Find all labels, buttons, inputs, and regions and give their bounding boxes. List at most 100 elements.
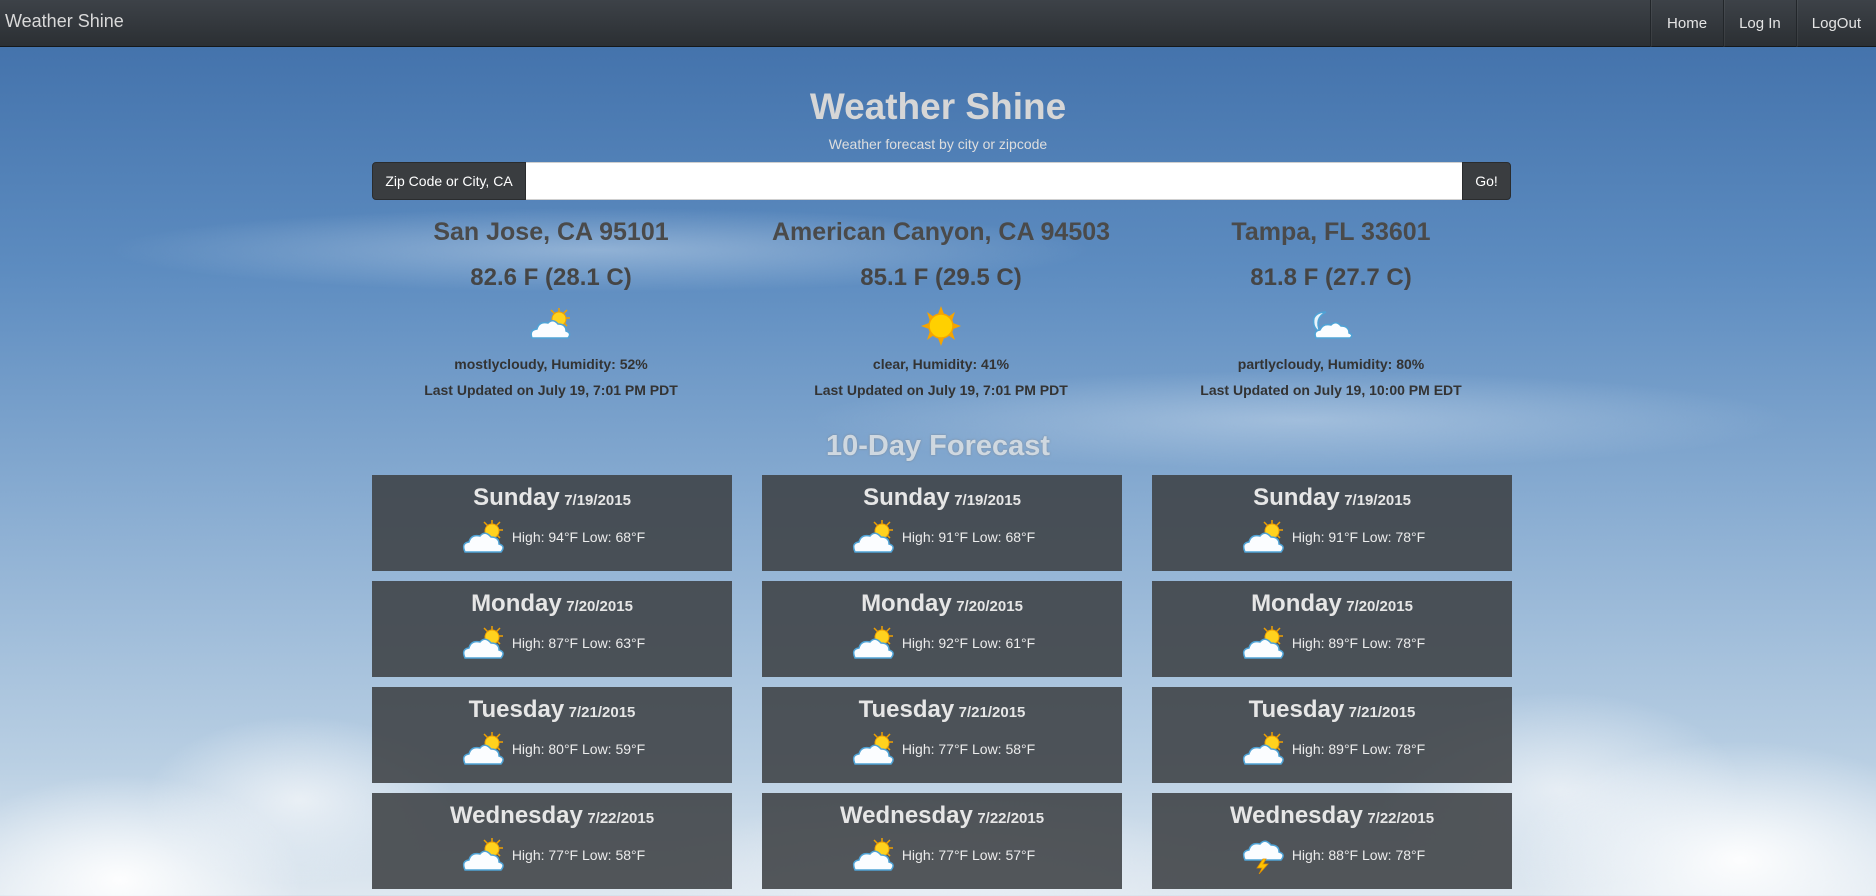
forecast-date: 7/19/2015	[564, 492, 631, 509]
forecast-date: 7/19/2015	[954, 492, 1021, 509]
forecast-day-heading: Monday 7/20/2015	[762, 590, 1122, 620]
forecast-day-heading: Tuesday 7/21/2015	[1152, 696, 1512, 726]
forecast-day-name: Monday	[861, 590, 952, 617]
forecast-day-card: Wednesday 7/22/2015 High: 77°F Low: 57°F	[762, 793, 1122, 889]
forecast-high-low: High: 80°F Low: 59°F	[511, 741, 646, 757]
forecast-high-low: High: 77°F Low: 57°F	[901, 847, 1036, 863]
forecast-column: Sunday 7/19/2015 High: 91°F Low: 68°F Mond…	[762, 475, 1122, 896]
forecast-high-low: High: 91°F Low: 78°F	[1291, 529, 1426, 545]
forecast-day-name: Sunday	[473, 484, 560, 511]
forecast-high-low: High: 87°F Low: 63°F	[511, 635, 646, 651]
forecast-date: 7/20/2015	[566, 598, 633, 615]
forecast-date: 7/21/2015	[1348, 704, 1416, 721]
mostly-cloudy-icon	[356, 306, 746, 346]
last-updated-text: Last Updated on July 19, 10:00 PM EDT	[1200, 382, 1462, 398]
location-name: Tampa, FL 33601	[1231, 218, 1431, 246]
sun-icon	[746, 306, 1136, 346]
forecast-day-name: Tuesday	[858, 696, 955, 723]
forecast-day-heading: Wednesday 7/22/2015	[372, 802, 732, 832]
forecast-high-low: High: 91°F Low: 68°F	[901, 529, 1036, 545]
forecast-detail: High: 94°F Low: 68°F	[372, 518, 732, 556]
current-conditions-card: American Canyon, CA 94503 85.1 F (29.5 C…	[746, 218, 1136, 398]
partly-cloudy-icon	[849, 624, 899, 662]
forecast-detail: High: 88°F Low: 78°F	[1152, 836, 1512, 874]
conditions-text: mostlycloudy, Humidity: 52%	[454, 356, 648, 372]
search-bar: Zip Code or City, CA Go!	[372, 162, 1511, 200]
current-temperature: 82.6 F (28.1 C)	[470, 264, 632, 291]
forecast-high-low: High: 77°F Low: 58°F	[511, 847, 646, 863]
forecast-day-card: Sunday 7/19/2015 High: 91°F Low: 68°F	[762, 475, 1122, 571]
forecast-day-name: Monday	[1251, 590, 1342, 617]
last-updated-text: Last Updated on July 19, 7:01 PM PDT	[814, 382, 1068, 398]
partly-cloudy-icon	[849, 518, 899, 556]
forecast-detail: High: 77°F Low: 57°F	[762, 836, 1122, 874]
forecast-high-low: High: 88°F Low: 78°F	[1291, 847, 1426, 863]
forecast-title: 10-Day Forecast	[825, 430, 1051, 462]
forecast-detail: High: 80°F Low: 59°F	[372, 730, 732, 768]
search-label: Zip Code or City, CA	[372, 162, 526, 200]
forecast-day-heading: Sunday 7/19/2015	[372, 484, 732, 514]
forecast-day-name: Sunday	[863, 484, 950, 511]
forecast-date: 7/20/2015	[956, 598, 1023, 615]
forecast-detail: High: 89°F Low: 78°F	[1152, 624, 1512, 662]
forecast-date: 7/22/2015	[1367, 810, 1435, 827]
forecast-day-card: Tuesday 7/21/2015 High: 77°F Low: 58°F	[762, 687, 1122, 783]
forecast-day-heading: Wednesday 7/22/2015	[1152, 802, 1512, 832]
forecast-detail: High: 77°F Low: 58°F	[372, 836, 732, 874]
moon-cloud-icon	[1136, 306, 1526, 346]
forecast-high-low: High: 77°F Low: 58°F	[901, 741, 1036, 757]
partly-cloudy-icon	[459, 836, 509, 874]
forecast-detail: High: 87°F Low: 63°F	[372, 624, 732, 662]
partly-cloudy-icon	[849, 730, 899, 768]
forecast-date: 7/19/2015	[1344, 492, 1411, 509]
forecast-day-name: Wednesday	[1229, 802, 1363, 829]
current-temperature: 85.1 F (29.5 C)	[860, 264, 1022, 291]
forecast-day-card: Monday 7/20/2015 High: 87°F Low: 63°F	[372, 581, 732, 677]
forecast-day-name: Monday	[471, 590, 562, 617]
partly-cloudy-icon	[1239, 518, 1289, 556]
current-temperature: 81.8 F (27.7 C)	[1250, 264, 1412, 291]
forecast-day-heading: Sunday 7/19/2015	[762, 484, 1122, 514]
nav-home-link[interactable]: Home	[1650, 0, 1723, 47]
current-conditions-card: Tampa, FL 33601 81.8 F (27.7 C) partlycl…	[1136, 218, 1526, 398]
forecast-day-card: Sunday 7/19/2015 High: 94°F Low: 68°F	[372, 475, 732, 571]
partly-cloudy-icon	[459, 624, 509, 662]
forecast-day-heading: Monday 7/20/2015	[372, 590, 732, 620]
search-input[interactable]	[526, 162, 1462, 200]
forecast-date: 7/22/2015	[977, 810, 1045, 827]
navbar: Weather Shine Home Log In LogOut	[0, 0, 1876, 47]
forecast-day-heading: Tuesday 7/21/2015	[762, 696, 1122, 726]
forecast-detail: High: 89°F Low: 78°F	[1152, 730, 1512, 768]
page-title: Weather Shine	[809, 86, 1067, 127]
thunderstorm-icon	[1239, 836, 1289, 874]
forecast-day-name: Wednesday	[839, 802, 973, 829]
forecast-column: Sunday 7/19/2015 High: 94°F Low: 68°F Mond…	[372, 475, 732, 896]
forecast-day-name: Wednesday	[449, 802, 583, 829]
forecast-day-name: Sunday	[1253, 484, 1340, 511]
location-name: San Jose, CA 95101	[433, 218, 669, 246]
forecast-column: Sunday 7/19/2015 High: 91°F Low: 78°F Mond…	[1152, 475, 1512, 896]
forecast-detail: High: 92°F Low: 61°F	[762, 624, 1122, 662]
nav-logout-link[interactable]: LogOut	[1795, 0, 1876, 47]
forecast-date: 7/21/2015	[958, 704, 1026, 721]
conditions-text: partlycloudy, Humidity: 80%	[1237, 356, 1425, 372]
forecast-high-low: High: 94°F Low: 68°F	[511, 529, 646, 545]
forecast-day-heading: Monday 7/20/2015	[1152, 590, 1512, 620]
forecast-day-card: Tuesday 7/21/2015 High: 89°F Low: 78°F	[1152, 687, 1512, 783]
forecast-high-low: High: 89°F Low: 78°F	[1291, 741, 1426, 757]
nav-login-link[interactable]: Log In	[1723, 0, 1796, 47]
go-button[interactable]: Go!	[1462, 162, 1511, 200]
page-subtitle: Weather forecast by city or zipcode	[828, 136, 1048, 152]
partly-cloudy-icon	[459, 518, 509, 556]
forecast-day-name: Tuesday	[468, 696, 565, 723]
forecast-day-heading: Wednesday 7/22/2015	[762, 802, 1122, 832]
forecast-day-card: Wednesday 7/22/2015 High: 77°F Low: 58°F	[372, 793, 732, 889]
forecast-date: 7/21/2015	[568, 704, 636, 721]
partly-cloudy-icon	[459, 730, 509, 768]
conditions-text: clear, Humidity: 41%	[872, 356, 1010, 372]
last-updated-text: Last Updated on July 19, 7:01 PM PDT	[424, 382, 678, 398]
brand-link[interactable]: Weather Shine	[5, 11, 124, 32]
current-conditions-card: San Jose, CA 95101 82.6 F (28.1 C) mostl…	[356, 218, 746, 398]
forecast-day-card: Wednesday 7/22/2015 High: 88°F Low: 78°F	[1152, 793, 1512, 889]
partly-cloudy-icon	[1239, 730, 1289, 768]
